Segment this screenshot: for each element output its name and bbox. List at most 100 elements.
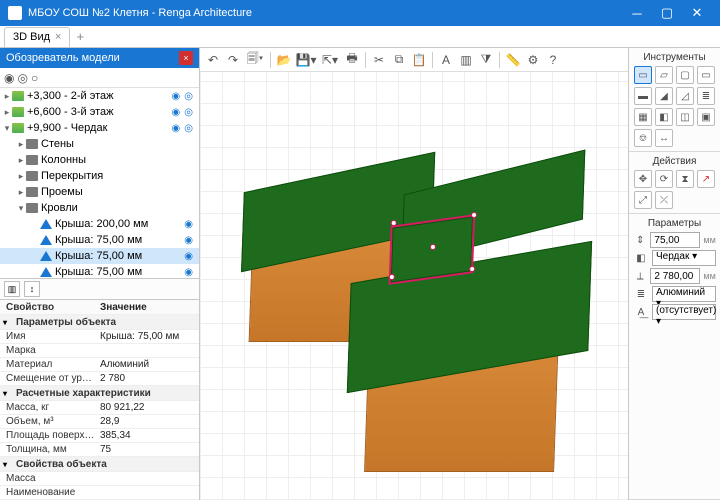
prop-row[interactable]: Марка xyxy=(0,344,199,358)
viewport-toolbar: ↶ ↷ 🗐▾ 📂 💾▾ ⇱▾ 🖶 ✂ ⧉ 📋 A ▥ ⧩ 📏 ⚙ ? xyxy=(200,48,628,72)
properties-toolbar: ▥ ↕ xyxy=(0,278,199,300)
scale-icon[interactable]: ⤢ xyxy=(634,191,652,209)
export-icon[interactable]: ⇱▾ xyxy=(319,51,341,69)
material-select[interactable]: Алюминий ▾ xyxy=(652,286,716,302)
prop-row[interactable]: Масса xyxy=(0,472,199,486)
prop-row[interactable]: Наименование xyxy=(0,486,199,500)
group-calc[interactable]: Расчетные характеристики xyxy=(0,386,199,401)
prop-row[interactable]: Толщина, мм75 xyxy=(0,443,199,457)
category-columns[interactable]: ▸Колонны xyxy=(0,152,199,168)
close-button[interactable]: ✕ xyxy=(682,3,712,23)
save-icon[interactable]: 💾▾ xyxy=(295,51,317,69)
prop-row[interactable]: Масса, кг80 921,22 xyxy=(0,401,199,415)
minimize-button[interactable]: ─ xyxy=(622,3,652,23)
prop-sort-icon[interactable]: ↕ xyxy=(24,281,40,297)
stair-tool-icon[interactable]: ≣ xyxy=(697,87,715,105)
maximize-button[interactable]: ▢ xyxy=(652,3,682,23)
help-icon[interactable]: ? xyxy=(544,51,562,69)
roof-item-selected[interactable]: Крыша: 75,00 мм◉ xyxy=(0,248,199,264)
category-openings[interactable]: ▸Проемы xyxy=(0,184,199,200)
main-area: Обозреватель модели × ◉ ◎ ○ ▸+3,300 - 2-… xyxy=(0,48,720,500)
paste-icon[interactable]: 📋 xyxy=(410,51,428,69)
offset-icon: ⟂ xyxy=(633,269,647,283)
mark-select[interactable]: (отсутствует) ▾ xyxy=(652,304,716,320)
column-tool-icon[interactable]: ▢ xyxy=(676,66,694,84)
level-node[interactable]: ▸+6,600 - 3-й этаж◉◎ xyxy=(0,104,199,120)
visibility-toolbar: ◉ ◎ ○ xyxy=(0,68,199,88)
roof-item[interactable]: Крыша: 75,00 мм◉ xyxy=(0,264,199,278)
close-tab-icon[interactable]: × xyxy=(55,31,61,43)
roof-tool-icon[interactable]: ◢ xyxy=(655,87,673,105)
prop-filter-icon[interactable]: ▥ xyxy=(4,281,20,297)
level-icon: ◧ xyxy=(633,251,649,265)
measure-icon[interactable]: 📏 xyxy=(504,51,522,69)
rotate-icon[interactable]: ⟳ xyxy=(655,170,673,188)
thickness-input[interactable] xyxy=(650,232,700,248)
level-select[interactable]: Чердак ▾ xyxy=(652,250,716,266)
new-tab-button[interactable]: + xyxy=(70,29,90,44)
settings-icon[interactable]: ⚙ xyxy=(524,51,542,69)
copy-array-icon[interactable]: ↗ xyxy=(697,170,715,188)
roof-item[interactable]: Крыша: 200,00 мм◉ xyxy=(0,216,199,232)
group-object-params[interactable]: Параметры объекта xyxy=(0,315,199,330)
opening-tool-icon[interactable]: ◫ xyxy=(676,108,694,126)
actions-title: Действия xyxy=(633,156,716,167)
roof-item[interactable]: Крыша: 75,00 мм◉ xyxy=(0,232,199,248)
select-tool-icon[interactable]: ▭ xyxy=(634,66,652,84)
trim-icon[interactable]: ⤫ xyxy=(655,191,673,209)
floor-tool-icon[interactable]: ▬ xyxy=(634,87,652,105)
dimension-tool-icon[interactable]: ↔ xyxy=(655,129,673,147)
level-node[interactable]: ▾+9,900 - Чердак◉◎ xyxy=(0,120,199,136)
param-material: ≣ Алюминий ▾ xyxy=(633,286,716,302)
level-node[interactable]: ▸+3,300 - 2-й этаж◉◎ xyxy=(0,88,199,104)
visibility-icon[interactable]: ◉ xyxy=(170,91,183,102)
eye-off-icon[interactable]: ○ xyxy=(31,71,38,85)
panel-title: Обозреватель модели xyxy=(6,52,120,64)
room-tool-icon[interactable]: ▣ xyxy=(697,108,715,126)
drawings-icon[interactable]: 🗐▾ xyxy=(244,51,266,69)
mirror-icon[interactable]: ⧗ xyxy=(676,170,694,188)
ramp-tool-icon[interactable]: ◿ xyxy=(676,87,694,105)
open-icon[interactable]: 📂 xyxy=(275,51,293,69)
tab-3d-view[interactable]: 3D Вид × xyxy=(4,27,70,47)
prop-row[interactable]: Смещение от ур…2 780 xyxy=(0,372,199,386)
eye-on-icon[interactable]: ◉ xyxy=(4,71,14,85)
beam-tool-icon[interactable]: ▭ xyxy=(697,66,715,84)
redo-icon[interactable]: ↷ xyxy=(224,51,242,69)
prop-row[interactable]: ИмяКрыша: 75,00 мм xyxy=(0,330,199,344)
param-offset: ⟂ мм xyxy=(633,268,716,284)
filter-icon[interactable]: ⧩ xyxy=(477,51,495,69)
3d-canvas[interactable] xyxy=(200,72,628,500)
section-icon[interactable]: ▥ xyxy=(457,51,475,69)
category-roofs[interactable]: ▾Кровли xyxy=(0,200,199,216)
category-floors[interactable]: ▸Перекрытия xyxy=(0,168,199,184)
offset-input[interactable] xyxy=(650,268,700,284)
wall-tool-icon[interactable]: ▱ xyxy=(655,66,673,84)
door-tool-icon[interactable]: ◧ xyxy=(655,108,673,126)
model-tree[interactable]: ▸+3,300 - 2-й этаж◉◎ ▸+6,600 - 3-й этаж◉… xyxy=(0,88,199,278)
param-level: ◧ Чердак ▾ xyxy=(633,250,716,266)
title-bar: МБОУ СОШ №2 Клетня - Renga Architecture … xyxy=(0,0,720,26)
viewport: ↶ ↷ 🗐▾ 📂 💾▾ ⇱▾ 🖶 ✂ ⧉ 📋 A ▥ ⧩ 📏 ⚙ ? xyxy=(200,48,628,500)
eye-half-icon[interactable]: ◎ xyxy=(17,71,27,85)
prop-row[interactable]: Объем, м³28,9 xyxy=(0,415,199,429)
undo-icon[interactable]: ↶ xyxy=(204,51,222,69)
section-tool-icon[interactable]: ⎊ xyxy=(634,129,652,147)
prop-row[interactable]: Площадь поверх…385,34 xyxy=(0,429,199,443)
move-icon[interactable]: ✥ xyxy=(634,170,652,188)
param-mark: A͟ (отсутствует) ▾ xyxy=(633,304,716,320)
category-walls[interactable]: ▸Стены xyxy=(0,136,199,152)
group-user-props[interactable]: Свойства объекта xyxy=(0,457,199,472)
prop-row[interactable]: МатериалАлюминий xyxy=(0,358,199,372)
tool-panel: Инструменты ▭ ▱ ▢ ▭ ▬ ◢ ◿ ≣ ▦ ◧ ◫ ▣ ⎊ ↔ … xyxy=(628,48,720,500)
print-icon[interactable]: 🖶 xyxy=(343,51,361,69)
copy-icon[interactable]: ⧉ xyxy=(390,51,408,69)
cut-icon[interactable]: ✂ xyxy=(370,51,388,69)
text-icon[interactable]: A xyxy=(437,51,455,69)
param-thickness: ⇕ мм xyxy=(633,232,716,248)
properties-grid: СвойствоЗначение Параметры объекта ИмяКр… xyxy=(0,300,199,500)
window-tool-icon[interactable]: ▦ xyxy=(634,108,652,126)
mark-icon: A͟ xyxy=(633,305,649,319)
panel-close-button[interactable]: × xyxy=(179,51,193,65)
params-title: Параметры xyxy=(633,218,716,229)
